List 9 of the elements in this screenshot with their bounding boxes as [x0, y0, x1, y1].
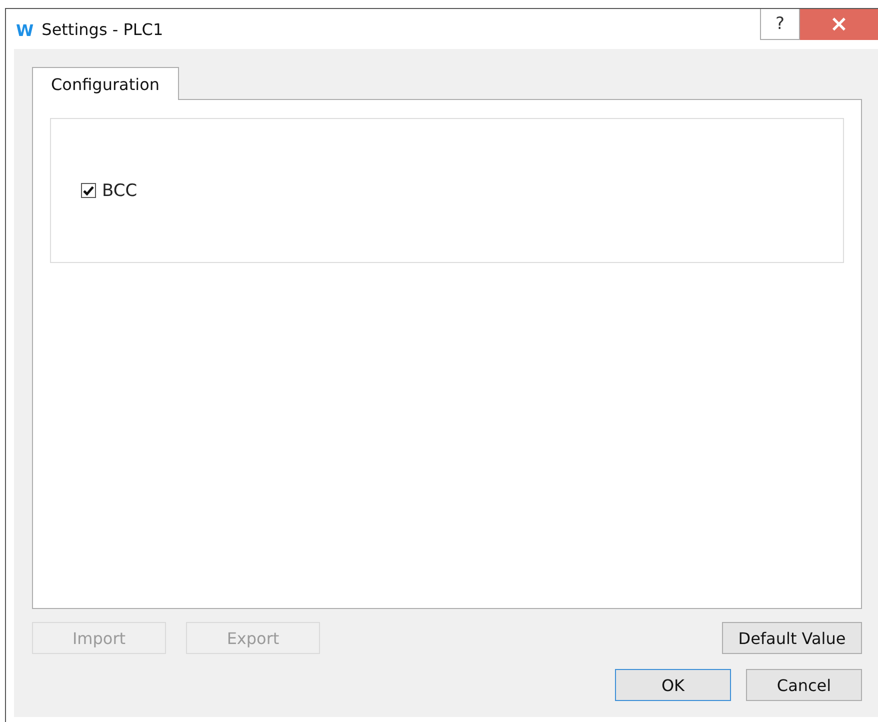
dialog-button[interactable]: Cancel [746, 669, 862, 701]
tab[interactable]: Configuration [32, 67, 179, 100]
help-button[interactable]: ? [760, 9, 800, 40]
window-title: Settings - PLC1 [42, 20, 164, 39]
action-button[interactable]: Default Value [722, 622, 862, 654]
checkbox-label: BCC [102, 180, 138, 200]
checkbox[interactable] [81, 183, 96, 198]
app-logo: W [16, 21, 34, 40]
dialog-button[interactable]: OK [615, 669, 731, 701]
